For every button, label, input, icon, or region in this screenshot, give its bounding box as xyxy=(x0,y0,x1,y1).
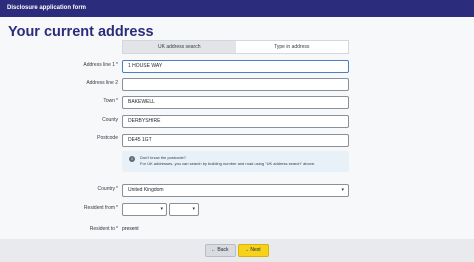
address-line2-input[interactable] xyxy=(122,78,349,91)
app-title-bar: Disclosure application form xyxy=(0,0,474,17)
back-button[interactable]: ← Back xyxy=(205,244,236,257)
address-line1-label: Address line 1* xyxy=(40,62,118,68)
country-label: Country* xyxy=(40,186,118,192)
resident-from-label: Resident from* xyxy=(40,205,118,211)
resident-to-value: present xyxy=(122,226,139,232)
info-icon: i xyxy=(129,156,135,162)
address-line1-input[interactable]: 1 HOUSE WAY xyxy=(122,60,349,73)
postcode-help-box: i Don't know the postcode? For UK addres… xyxy=(122,151,349,172)
county-input[interactable]: DERBYSHIRE xyxy=(122,115,349,128)
address-mode-tabs: UK address search Type in address xyxy=(122,40,349,54)
address-line1-label-text: Address line 1 xyxy=(83,62,116,68)
address-line2-label: Address line 2 xyxy=(40,80,118,86)
country-label-text: Country xyxy=(97,186,116,192)
back-button-label: Back xyxy=(217,247,229,253)
postcode-help-title: Don't know the postcode? xyxy=(140,155,186,160)
county-label-text: County xyxy=(102,117,118,123)
required-marker: * xyxy=(116,62,118,68)
required-marker: * xyxy=(116,226,118,232)
resident-from-year-select[interactable]: ▾ xyxy=(169,203,199,216)
chevron-down-icon: ▾ xyxy=(192,206,195,212)
arrow-left-icon: ← xyxy=(211,247,216,253)
arrow-right-icon: → xyxy=(244,247,249,253)
next-button[interactable]: → Next xyxy=(238,244,269,257)
postcode-input[interactable]: DE45 1GT xyxy=(122,134,349,147)
town-label-text: Town xyxy=(103,98,116,104)
tab-type-in-address[interactable]: Type in address xyxy=(235,41,348,53)
postcode-label-text: Postcode xyxy=(97,135,118,141)
tab-uk-address-search[interactable]: UK address search xyxy=(123,41,236,53)
address-line2-label-text: Address line 2 xyxy=(86,80,118,86)
page-body: Your current address UK address search T… xyxy=(0,17,474,262)
app-title: Disclosure application form xyxy=(7,5,87,11)
town-label: Town* xyxy=(40,98,118,104)
page-title: Your current address xyxy=(8,24,154,40)
postcode-label: Postcode xyxy=(40,135,118,141)
country-select-value: United Kingdom xyxy=(128,187,164,193)
resident-to-label: Resident to* xyxy=(40,226,118,232)
resident-from-month-select[interactable]: ▾ xyxy=(122,203,167,216)
country-select[interactable]: United Kingdom ▾ xyxy=(122,184,349,197)
chevron-down-icon: ▾ xyxy=(341,187,344,193)
town-input[interactable]: BAKEWELL xyxy=(122,96,349,109)
chevron-down-icon: ▾ xyxy=(160,206,163,212)
resident-to-label-text: Resident to xyxy=(89,226,116,232)
resident-from-label-text: Resident from xyxy=(83,205,116,211)
required-marker: * xyxy=(116,186,118,192)
county-label: County xyxy=(40,117,118,123)
postcode-help-text: For UK addresses, you can search by buil… xyxy=(140,161,316,166)
required-marker: * xyxy=(116,205,118,211)
form-footer xyxy=(0,239,474,262)
next-button-label: Next xyxy=(250,247,261,253)
required-marker: * xyxy=(116,98,118,104)
